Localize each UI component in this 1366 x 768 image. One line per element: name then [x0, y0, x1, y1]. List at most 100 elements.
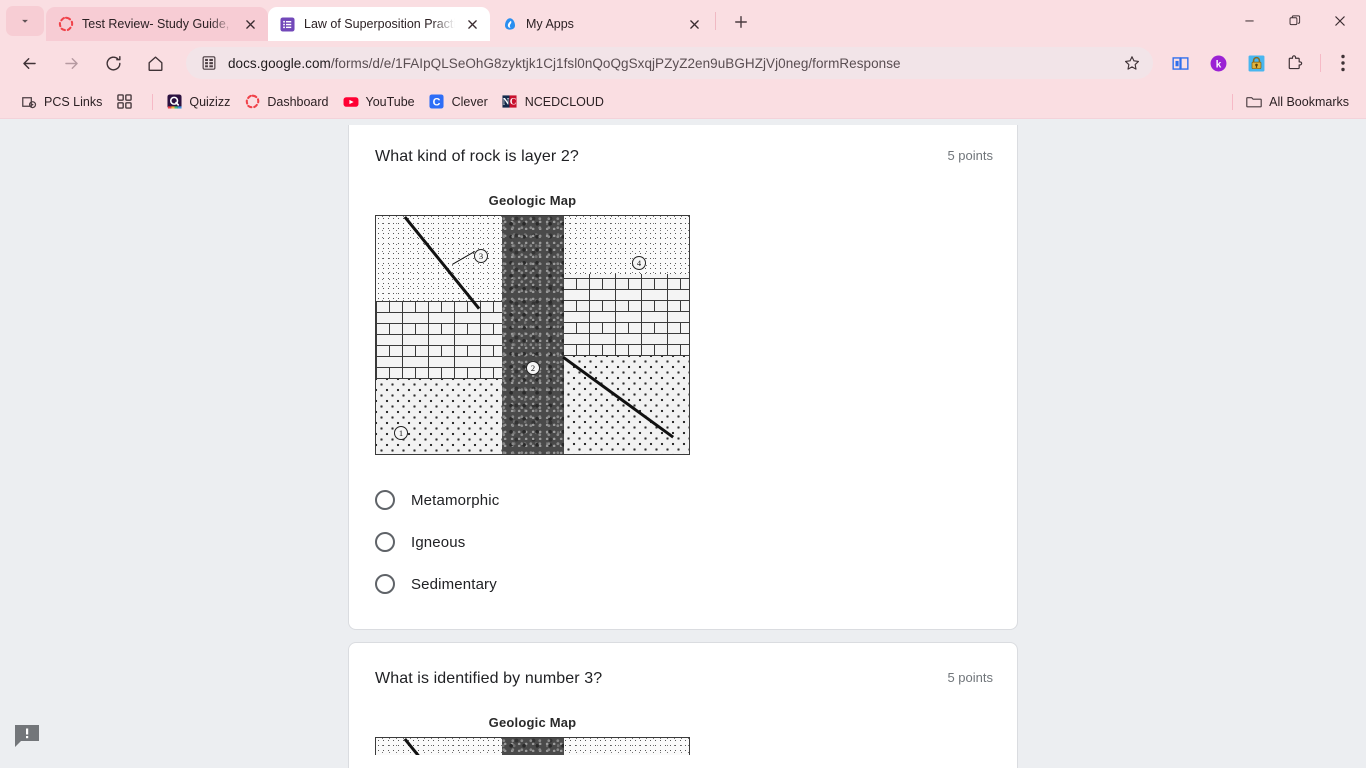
rock-layer-sandstone-right — [563, 216, 689, 274]
rock-layer-igneous-intrusion — [502, 216, 564, 454]
browser-tab-1-close-button[interactable] — [241, 15, 259, 33]
browser-toolbar: docs.google.com/forms/d/e/1FAIpQLSeOhG8z… — [0, 41, 1366, 85]
tab-strip: Test Review- Study Guide, Quizi — [0, 0, 1366, 41]
question-1-figure: Geologic Map 1 2 3 4 — [375, 193, 993, 455]
rock-layer-sandstone-left — [376, 216, 516, 301]
question-2-points: 5 points — [947, 670, 993, 685]
forward-arrow-icon — [64, 57, 78, 69]
rock-layer-igneous-intrusion-2 — [502, 738, 564, 755]
bookmark-pcs-links-label: PCS Links — [44, 94, 103, 109]
home-icon — [147, 55, 163, 71]
back-arrow-icon — [22, 57, 36, 69]
option-sedimentary-label: Sedimentary — [411, 575, 497, 593]
all-bookmarks-container: All Bookmarks — [1226, 90, 1356, 114]
question-1-figure-title: Geologic Map — [488, 193, 577, 208]
address-bar-url[interactable]: docs.google.com/forms/d/e/1FAIpQLSeOhG8z… — [228, 56, 1117, 71]
extensions-puzzle-icon[interactable] — [1279, 48, 1309, 78]
clever-icon: C — [429, 94, 445, 110]
forward-button[interactable] — [54, 46, 88, 80]
bookmark-dashboard-label: Dashboard — [267, 94, 329, 109]
maximize-icon — [1289, 14, 1300, 25]
svg-text:C: C — [510, 97, 516, 107]
radio-sedimentary[interactable] — [375, 574, 395, 594]
browser-tab-3-close-button[interactable] — [685, 15, 703, 33]
option-metamorphic-label: Metamorphic — [411, 491, 500, 509]
map-label-4: 4 — [632, 256, 646, 270]
radio-metamorphic[interactable] — [375, 490, 395, 510]
bookmark-apps-grid[interactable] — [109, 90, 146, 114]
rock-layer-sandstone-left-2 — [376, 738, 516, 755]
folder-icon — [1246, 94, 1262, 110]
bookmark-star-button[interactable] — [1117, 48, 1147, 78]
window-controls — [1227, 0, 1366, 41]
bookmark-quizizz-label: Quizizz — [189, 94, 231, 109]
toolbar-divider — [1320, 54, 1321, 72]
browser-tab-2-close-button[interactable] — [463, 15, 481, 33]
question-2-figure-title: Geologic Map — [488, 715, 577, 730]
back-button[interactable] — [12, 46, 46, 80]
bookmark-clever[interactable]: C Clever — [422, 90, 495, 114]
geologic-map-image-1: 1 2 3 4 — [375, 215, 690, 455]
all-bookmarks-button[interactable]: All Bookmarks — [1239, 90, 1356, 114]
bookmark-pcs-links[interactable]: PCS Links — [14, 90, 109, 114]
bookmark-ncedcloud-label: NCEDCLOUD — [524, 94, 604, 109]
close-icon — [467, 19, 477, 29]
browser-tab-2-title: Law of Superposition Practice — [304, 17, 455, 31]
question-1-points: 5 points — [947, 148, 993, 163]
home-button[interactable] — [138, 46, 172, 80]
apps-grid-icon — [116, 94, 132, 110]
close-icon — [1334, 15, 1345, 26]
bookmarks-bar: PCS Links Quizizz Dashboard YouTube C Cl… — [0, 85, 1366, 119]
bookmark-dashboard[interactable]: Dashboard — [237, 90, 335, 114]
question-card-1: What kind of rock is layer 2? 5 points G… — [348, 125, 1018, 630]
browser-tab-1-title: Test Review- Study Guide, Quizi — [82, 17, 233, 31]
bookmark-quizizz[interactable]: Quizizz — [159, 90, 237, 114]
browser-tab-3[interactable]: My Apps — [490, 7, 712, 41]
window-minimize-button[interactable] — [1227, 0, 1272, 41]
question-2-figure: Geologic Map — [375, 715, 993, 755]
geologic-map-image-2 — [375, 737, 690, 755]
bookmarks-divider — [152, 93, 154, 110]
new-tab-button[interactable] — [727, 8, 755, 36]
browser-tab-2[interactable]: Law of Superposition Practice — [268, 7, 490, 41]
option-igneous[interactable]: Igneous — [375, 521, 993, 563]
page-info-icon[interactable] — [200, 54, 218, 72]
map-label-3: 3 — [474, 249, 488, 263]
address-bar-path: /forms/d/e/1FAIpQLSeOhG8zyktjk1Cj1fsl0nQ… — [330, 55, 901, 71]
option-metamorphic[interactable]: Metamorphic — [375, 479, 993, 521]
quizizz-icon — [57, 16, 74, 33]
browser-tab-1[interactable]: Test Review- Study Guide, Quizi — [46, 7, 268, 41]
google-forms-icon — [279, 16, 296, 33]
kami-book-icon[interactable] — [1165, 48, 1195, 78]
window-close-button[interactable] — [1317, 0, 1362, 41]
question-1-title: What kind of rock is layer 2? — [375, 148, 579, 165]
svg-text:k: k — [1215, 59, 1221, 70]
rock-layer-sandstone-right-2 — [563, 738, 689, 755]
option-igneous-label: Igneous — [411, 533, 466, 551]
address-bar[interactable]: docs.google.com/forms/d/e/1FAIpQLSeOhG8z… — [186, 47, 1153, 79]
question-card-2: What is identified by number 3? 5 points… — [348, 642, 1018, 768]
password-lock-icon[interactable] — [1241, 48, 1271, 78]
plus-icon — [735, 16, 747, 28]
option-sedimentary[interactable]: Sedimentary — [375, 563, 993, 605]
bookmark-clever-label: Clever — [451, 94, 488, 109]
browser-window: Test Review- Study Guide, Quizi — [0, 0, 1366, 768]
google-form: What kind of rock is layer 2? 5 points G… — [0, 119, 1366, 768]
dashboard-ring-icon — [244, 94, 260, 110]
kahoot-k-icon[interactable]: k — [1203, 48, 1233, 78]
chevron-down-icon — [22, 19, 28, 23]
chrome-menu-button[interactable] — [1328, 46, 1358, 80]
reload-button[interactable] — [96, 46, 130, 80]
bookmark-ncedcloud[interactable]: N C NCEDCLOUD — [495, 90, 611, 114]
minimize-icon — [1245, 20, 1254, 22]
bookmark-youtube[interactable]: YouTube — [336, 90, 422, 114]
address-bar-host: docs.google.com — [228, 55, 331, 71]
question-2-header: What is identified by number 3? 5 points — [375, 667, 993, 691]
tab-search-button[interactable] — [6, 6, 44, 36]
all-bookmarks-divider — [1232, 93, 1234, 110]
pcs-links-icon — [21, 94, 37, 110]
window-maximize-button[interactable] — [1272, 0, 1317, 41]
report-feedback-button[interactable] — [14, 724, 40, 748]
radio-igneous[interactable] — [375, 532, 395, 552]
ncedcloud-icon: N C — [502, 94, 518, 110]
